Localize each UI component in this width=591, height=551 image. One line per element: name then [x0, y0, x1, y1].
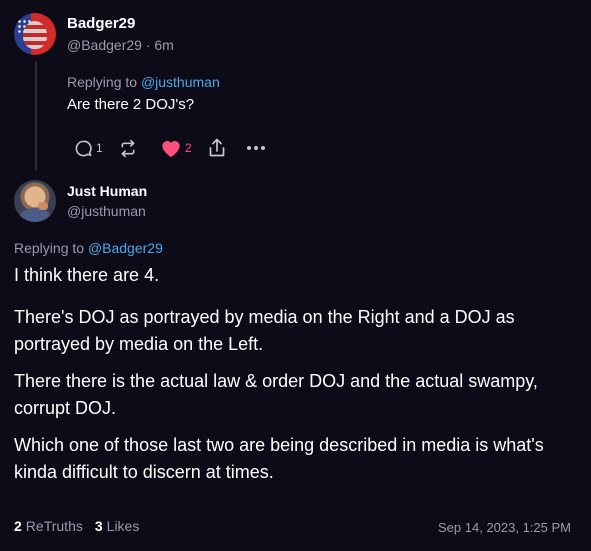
- share-icon: [209, 138, 225, 157]
- avatar-shirt: [20, 208, 50, 222]
- post-display-name[interactable]: Just Human: [67, 183, 147, 199]
- post-stats: 2 ReTruths 3 Likes: [14, 518, 151, 534]
- retruth-button[interactable]: [118, 139, 160, 158]
- share-button[interactable]: [208, 138, 246, 158]
- reply-handle-time: @Badger29 · 6m: [67, 37, 174, 53]
- likes-count: 3: [94, 518, 103, 534]
- likes-label: Likes: [106, 518, 140, 534]
- reply-replying-to: Replying to @justhuman: [67, 74, 220, 90]
- avatar[interactable]: [14, 180, 56, 222]
- like-button[interactable]: 2: [160, 138, 208, 158]
- post-paragraph: There's DOJ as portrayed by media on the…: [14, 307, 515, 354]
- reply-text: Are there 2 DOJ's?: [67, 96, 195, 113]
- post-paragraph: I think there are 4.: [14, 265, 160, 285]
- post-handle[interactable]: @justhuman: [67, 203, 146, 219]
- post-paragraph: There there is the actual law & order DO…: [14, 371, 538, 418]
- more-icon: [247, 146, 265, 150]
- heart-icon: [162, 141, 180, 158]
- avatar-hand: [38, 202, 48, 210]
- reply-icon: [75, 140, 92, 156]
- post-replying-to: Replying to @Badger29: [14, 240, 163, 256]
- post-timestamp: Sep 14, 2023, 1:25 PM: [438, 520, 571, 535]
- flag-face: [23, 21, 47, 49]
- post-body: I think there are 4. There's DOJ as port…: [14, 262, 584, 496]
- retruth-icon: [121, 139, 135, 157]
- retruths-stat[interactable]: 2 ReTruths: [14, 518, 83, 534]
- reply-display-name[interactable]: Badger29: [67, 15, 135, 32]
- replying-to-label: Replying to: [14, 240, 88, 256]
- post-paragraph: Which one of those last two are being de…: [14, 435, 544, 482]
- reply-count: 1: [96, 141, 103, 155]
- truth-thread: Badger29 @Badger29 · 6m Replying to @jus…: [0, 0, 591, 551]
- reply-button[interactable]: 1: [74, 139, 118, 158]
- reply-action-bar: 1 2: [74, 137, 266, 159]
- thread-connector-line: [35, 62, 37, 170]
- retruths-count: 2: [14, 518, 22, 534]
- likes-stat[interactable]: 3 Likes: [95, 518, 139, 534]
- replying-to-label: Replying to: [67, 74, 141, 90]
- mention-link[interactable]: @Badger29: [88, 240, 163, 256]
- like-count: 2: [185, 141, 192, 155]
- mention-link[interactable]: @justhuman: [141, 74, 220, 90]
- more-button[interactable]: [246, 145, 266, 151]
- retruths-label: ReTruths: [25, 518, 83, 534]
- avatar[interactable]: [14, 13, 56, 55]
